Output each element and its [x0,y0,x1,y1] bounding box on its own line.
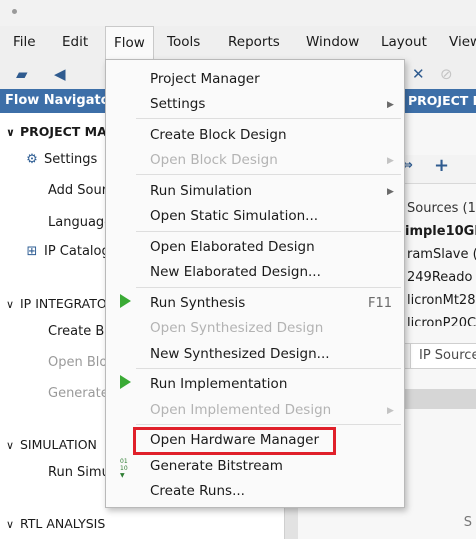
menu-item-run-simulation[interactable]: Run Simulation [150,183,252,199]
menu-view[interactable]: View [449,34,476,50]
menu-item-open-elaborated-design[interactable]: Open Elaborated Design [150,239,315,255]
gear-icon: ⚙ [26,152,38,167]
source-tree-item[interactable]: ramSlave ( [407,247,476,262]
chevron-down-icon[interactable]: ∨ [6,298,20,311]
submenu-arrow-icon: ▶ [387,406,394,416]
menu-item-new-synthesized-design[interactable]: New Synthesized Design... [150,346,330,362]
menu-separator [136,174,401,175]
menu-separator [136,118,401,119]
menu-item-open-implemented-design: Open Implemented Design [150,402,332,418]
menu-separator [136,287,401,288]
close-icon[interactable]: ✕ [412,65,425,83]
window-titlebar [0,0,476,26]
menu-item-create-block-design[interactable]: Create Block Design [150,127,287,143]
menu-separator [136,368,401,369]
submenu-arrow-icon: ▶ [387,187,394,197]
window-control-icon[interactable] [12,9,17,14]
open-project-icon[interactable]: ▰ [16,65,28,83]
section-ip-integrator[interactable]: ∨ IP INTEGRATOR [6,296,115,311]
menu-item-new-elaborated-design[interactable]: New Elaborated Design... [150,264,321,280]
menu-item-open-static-simulation[interactable]: Open Static Simulation... [150,208,318,224]
menu-window[interactable]: Window [306,34,359,50]
section-simulation[interactable]: ∨ SIMULATION [6,437,97,452]
source-tree-item[interactable]: imple10Gb [405,224,476,239]
add-sources-icon[interactable]: + [434,155,449,176]
source-tree-item[interactable]: licronP20C [407,316,476,326]
bitstream-icon: 01 10 ▼ [120,458,128,479]
menu-item-open-block-design: Open Block Design [150,152,278,168]
disabled-tool-icon: ⊘ [440,65,453,83]
tab-ip-sources[interactable]: IP Sources [410,344,476,368]
menu-layout[interactable]: Layout [381,34,427,50]
menu-edit[interactable]: Edit [62,34,88,50]
shortcut-f11: F11 [368,296,393,311]
sources-label: Sources (1 [407,201,476,216]
menu-item-create-runs[interactable]: Create Runs... [150,483,245,499]
chevron-down-icon[interactable]: ∨ [6,518,20,531]
menu-bar: File Edit Flow Tools Reports Window Layo… [0,26,476,59]
flow-menu-dropdown: Project Manager Settings ▶ Create Block … [105,59,405,508]
run-play-icon [120,375,131,389]
menu-item-open-synthesized-design: Open Synthesized Design [150,320,324,336]
nav-ip-catalog[interactable]: ⊞ IP Catalog [24,244,110,259]
nav-settings[interactable]: ⚙ Settings [24,152,97,167]
menu-flow[interactable]: Flow [105,26,154,59]
menu-separator [136,424,401,425]
section-rtl-analysis[interactable]: ∨ RTL ANALYSIS [6,516,105,531]
undo-icon[interactable]: ◀ [54,65,66,83]
chevron-down-icon[interactable]: ∨ [6,439,20,452]
menu-tools[interactable]: Tools [167,34,200,50]
menu-item-run-synthesis[interactable]: Run Synthesis [150,295,245,311]
menu-item-settings[interactable]: Settings [150,96,205,112]
menu-reports[interactable]: Reports [228,34,280,50]
menu-item-generate-bitstream[interactable]: Generate Bitstream [150,458,283,474]
submenu-arrow-icon: ▶ [387,100,394,110]
properties-label: S [463,515,472,530]
menu-item-open-hardware-manager[interactable]: Open Hardware Manager [150,432,319,448]
source-tree-item[interactable]: licronMt28 [407,293,475,308]
menu-item-run-implementation[interactable]: Run Implementation [150,376,287,392]
submenu-arrow-icon: ▶ [387,156,394,166]
run-play-icon [120,294,131,308]
menu-separator [136,231,401,232]
menu-file[interactable]: File [13,34,36,50]
menu-item-project-manager[interactable]: Project Manager [150,71,260,87]
ip-catalog-icon: ⊞ [26,244,38,259]
chevron-down-icon[interactable]: ∨ [6,126,20,139]
source-tree-item[interactable]: 249Reado [407,270,472,285]
